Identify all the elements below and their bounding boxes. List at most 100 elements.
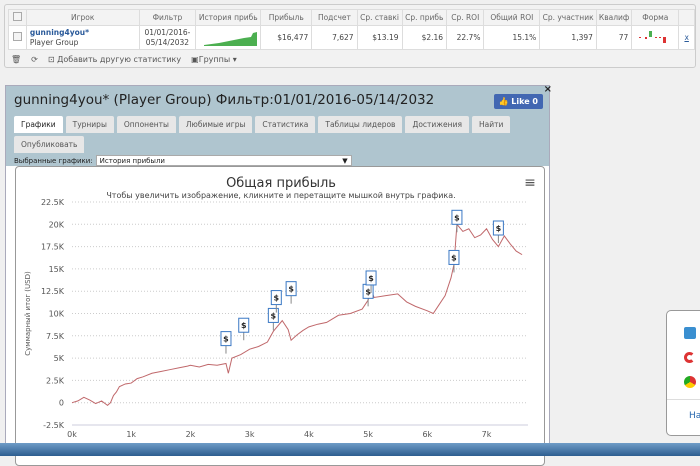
- y-tick-label: 22.5K: [41, 198, 65, 207]
- big-win-marker: $: [496, 224, 502, 233]
- chart-subtitle: Чтобы увеличить изображение, кликните и …: [106, 191, 455, 200]
- big-win-marker: $: [454, 213, 460, 222]
- form-sparkline: [631, 25, 680, 50]
- y-tick-label: 12.5K: [41, 287, 65, 296]
- x-tick-label: 0k: [67, 430, 77, 439]
- groups-dropdown[interactable]: ▣Группы ▾: [191, 55, 237, 64]
- col-total-roi[interactable]: Общий ROI: [483, 9, 541, 26]
- total-roi-value: 15.1%: [483, 25, 541, 50]
- tab-publish[interactable]: Опубликовать: [14, 136, 85, 153]
- profit-chart[interactable]: Общая прибыль Чтобы увеличить изображение…: [15, 166, 545, 466]
- taskbar: [0, 443, 700, 456]
- filter-to: 05/14/2032: [145, 37, 190, 47]
- menu-icon[interactable]: ≡: [524, 175, 536, 191]
- col-qualif[interactable]: Квалиф: [595, 9, 633, 26]
- table-row: gunning4you* Player Group 01/01/2016- 05/1…: [8, 25, 695, 50]
- count-value: 7,627: [311, 25, 358, 50]
- chart-select[interactable]: История прибыли ▼: [95, 155, 352, 166]
- popup-link[interactable]: На: [689, 411, 700, 421]
- big-win-marker: $: [368, 274, 374, 283]
- chrome-icon[interactable]: [684, 376, 696, 388]
- col-count[interactable]: Подсчет: [311, 9, 358, 26]
- panel-title: gunning4you* (Player Group) Фильтр:01/01…: [14, 92, 435, 108]
- stats-toolbar: 🗑 ⟳ ⊡ Добавить другую статистику ▣Группы…: [11, 55, 237, 64]
- close-panel-button[interactable]: ×: [544, 84, 552, 95]
- big-win-marker: $: [365, 287, 371, 296]
- col-player[interactable]: Игрок: [25, 9, 140, 26]
- panel-tabs: Графики Турниры Оппоненты Любимые игры С…: [14, 116, 514, 153]
- player-panel: gunning4you* (Player Group) Фильтр:01/01…: [5, 84, 552, 466]
- filter-from: 01/01/2016-: [144, 27, 191, 37]
- col-avg-profit[interactable]: Ср. прибь: [401, 9, 448, 26]
- select-all-checkbox[interactable]: [8, 9, 27, 26]
- x-tick-label: 1k: [126, 430, 136, 439]
- big-win-marker: $: [288, 285, 294, 294]
- chart-selector: Выбранные графики: История прибыли ▼: [14, 155, 352, 166]
- y-tick-label: 15K: [49, 265, 65, 274]
- col-actions: [678, 9, 695, 26]
- y-tick-label: 0: [59, 399, 64, 408]
- chart-selector-label: Выбранные графики:: [14, 156, 93, 165]
- remove-row-link[interactable]: x: [678, 25, 695, 50]
- profit-sparkline: [195, 25, 262, 50]
- facebook-like-button[interactable]: 👍 Like 0: [493, 94, 543, 109]
- filter-cell: 01/01/2016- 05/14/2032: [138, 25, 197, 50]
- col-form[interactable]: Форма: [631, 9, 680, 26]
- avg-entrants-value: 1,397: [539, 25, 597, 50]
- add-icon: ⊡: [47, 55, 58, 64]
- ccleaner-icon[interactable]: [684, 352, 695, 363]
- stats-panel: Игрок Фильтр История прибь Прибыль Подсч…: [4, 4, 696, 68]
- x-tick-label: 5k: [363, 430, 373, 439]
- big-win-marker: $: [223, 335, 229, 344]
- big-win-marker: $: [271, 311, 277, 320]
- profit-value: $16,477: [260, 25, 313, 50]
- y-tick-label: 2.5K: [46, 376, 65, 385]
- dropdown-arrow-icon: ▼: [342, 156, 348, 165]
- x-tick-label: 2k: [186, 430, 196, 439]
- refresh-icon[interactable]: ⟳: [31, 55, 38, 64]
- thumbs-up-icon: 👍: [498, 97, 509, 106]
- x-tick-label: 7k: [482, 430, 492, 439]
- y-tick-label: 10K: [49, 310, 65, 319]
- x-tick-label: 4k: [304, 430, 314, 439]
- col-avg-entrants[interactable]: Ср. участник: [539, 9, 597, 26]
- y-tick-label: 17.5K: [41, 243, 65, 252]
- col-avg-roi[interactable]: Ср. ROI: [446, 9, 485, 26]
- app-icon[interactable]: [684, 327, 696, 339]
- chart-svg[interactable]: Общая прибыльЧтобы увеличить изображение…: [16, 167, 545, 466]
- tab-favorite-games[interactable]: Любимые игры: [178, 116, 253, 133]
- player-group: Player Group: [29, 37, 79, 47]
- y-tick-label: 20K: [49, 220, 65, 229]
- avg-stake-value: $13.19: [356, 25, 403, 50]
- big-win-marker: $: [241, 321, 247, 330]
- tray-popup: На: [666, 310, 700, 436]
- big-win-marker: $: [274, 294, 280, 303]
- y-tick-label: 7.5K: [46, 332, 65, 341]
- player-link[interactable]: gunning4you*: [30, 28, 136, 38]
- row-checkbox[interactable]: [8, 25, 27, 50]
- big-win-marker: $: [451, 253, 457, 262]
- y-axis-label: Суммарный итог (USD): [24, 271, 32, 356]
- add-stat-button[interactable]: ⊡ Добавить другую статистику: [48, 55, 181, 64]
- col-filter[interactable]: Фильтр: [138, 9, 197, 26]
- trash-icon[interactable]: 🗑: [11, 55, 21, 64]
- x-tick-label: 3k: [245, 430, 255, 439]
- tab-find[interactable]: Найти: [471, 116, 511, 133]
- col-profit-history[interactable]: История прибь: [195, 9, 262, 26]
- chart-title: Общая прибыль: [226, 176, 336, 191]
- y-tick-label: -2.5K: [43, 421, 65, 430]
- tab-leaderboards[interactable]: Таблицы лидеров: [318, 116, 403, 133]
- tab-charts[interactable]: Графики: [14, 116, 63, 133]
- col-avg-stake[interactable]: Ср. ставкі: [356, 9, 403, 26]
- save-icon: ▣: [191, 55, 199, 64]
- avg-roi-value: 22.7%: [446, 25, 485, 50]
- avg-profit-value: $2.16: [401, 25, 448, 50]
- stats-table: Игрок Фильтр История прибь Прибыль Подсч…: [8, 9, 695, 50]
- col-profit[interactable]: Прибыль: [260, 9, 313, 26]
- y-tick-label: 5K: [54, 354, 65, 363]
- x-tick-label: 6k: [422, 430, 432, 439]
- tab-opponents[interactable]: Оппоненты: [116, 116, 176, 133]
- tab-statistics[interactable]: Статистика: [255, 116, 316, 133]
- tab-achievements[interactable]: Достижения: [405, 116, 469, 133]
- tab-tournaments[interactable]: Турниры: [65, 116, 114, 133]
